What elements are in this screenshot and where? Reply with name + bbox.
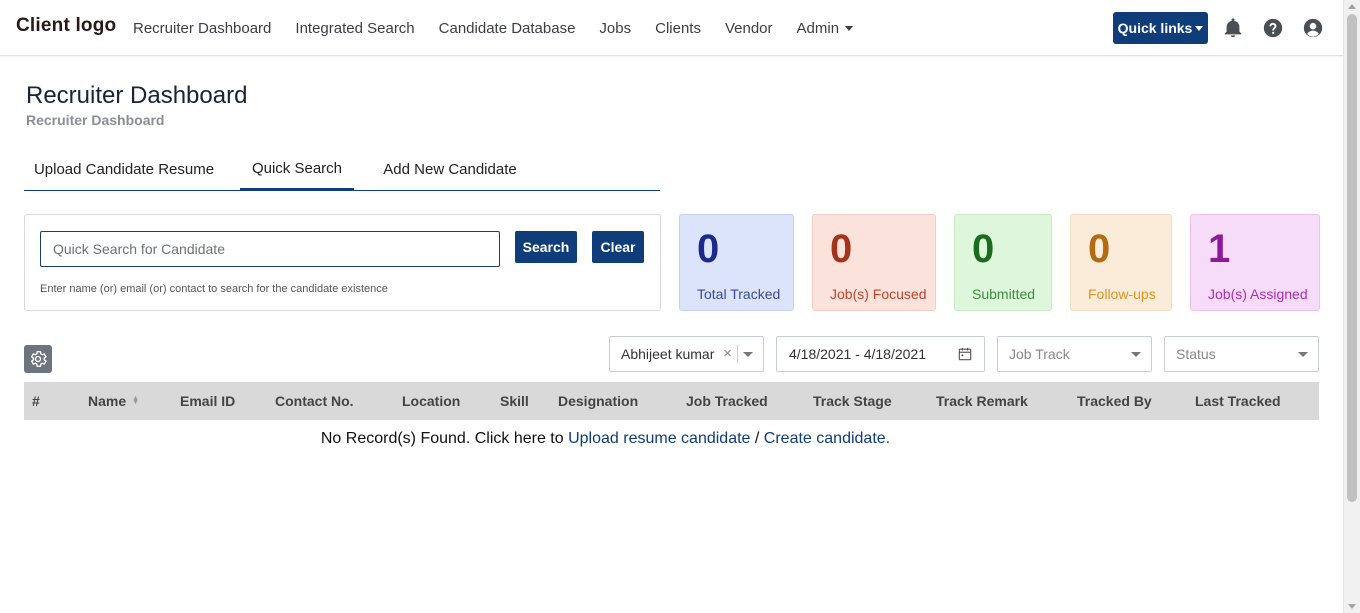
clear-selection-icon[interactable]: × xyxy=(723,345,732,362)
column-header-email: Email ID xyxy=(180,393,236,409)
nav-recruiter-dashboard[interactable]: Recruiter Dashboard xyxy=(133,20,271,37)
gear-icon xyxy=(30,351,47,367)
nav-candidate-database[interactable]: Candidate Database xyxy=(439,20,576,37)
breadcrumb: Recruiter Dashboard xyxy=(26,112,165,128)
tab-upload-candidate-resume[interactable]: Upload Candidate Resume xyxy=(24,148,224,191)
status-placeholder: Status xyxy=(1176,346,1216,362)
chevron-down-icon xyxy=(1298,352,1308,357)
recruiter-select-value: Abhijeet kumar xyxy=(621,346,715,362)
empty-message-text: No Record(s) Found. Click here to xyxy=(320,430,564,447)
column-header-name[interactable]: Name ▲ ▼ xyxy=(88,382,139,420)
quick-search-input[interactable] xyxy=(40,231,500,267)
chevron-down-icon xyxy=(845,26,854,32)
column-header-name-label: Name xyxy=(88,393,127,409)
nav-clients[interactable]: Clients xyxy=(655,20,701,37)
upload-resume-link[interactable]: Upload resume candidate xyxy=(568,430,750,447)
status-select[interactable]: Status xyxy=(1164,336,1319,372)
column-header-skill: Skill xyxy=(500,393,529,409)
stat-label: Total Tracked xyxy=(697,286,781,302)
stat-label: Submitted xyxy=(972,286,1036,302)
stat-submitted[interactable]: 0 Submitted xyxy=(954,214,1052,311)
nav-admin-label: Admin xyxy=(796,19,840,37)
date-range-picker[interactable]: 4/18/2021 - 4/18/2021 xyxy=(776,336,985,372)
top-navbar: Client logo Recruiter Dashboard Integrat… xyxy=(0,0,1343,56)
column-header-contact: Contact No. xyxy=(275,393,354,409)
select-divider xyxy=(737,345,738,363)
stat-value: 0 xyxy=(697,227,720,271)
scroll-down-icon[interactable] xyxy=(1348,604,1356,609)
client-logo[interactable]: Client logo xyxy=(16,15,116,37)
stat-follow-ups[interactable]: 0 Follow-ups xyxy=(1070,214,1172,311)
search-button[interactable]: Search xyxy=(515,231,577,263)
link-separator: / xyxy=(754,430,760,447)
column-header-index: # xyxy=(32,393,40,409)
user-avatar-icon[interactable] xyxy=(1302,17,1324,39)
tracked-candidates-table-header: # Name ▲ ▼ Email ID Contact No. Location S… xyxy=(24,382,1319,420)
create-candidate-link[interactable]: Create candidate. xyxy=(764,430,890,447)
job-track-select[interactable]: Job Track xyxy=(997,336,1152,372)
column-header-designation: Designation xyxy=(558,393,639,409)
stat-label: Follow-ups xyxy=(1088,286,1156,302)
stat-jobs-assigned[interactable]: 1 Job(s) Assigned xyxy=(1190,214,1320,311)
clear-button[interactable]: Clear xyxy=(592,231,644,263)
stat-jobs-focused[interactable]: 0 Job(s) Focused xyxy=(812,214,936,311)
stat-label: Job(s) Focused xyxy=(830,286,927,302)
column-header-track-remark: Track Remark xyxy=(936,393,1028,409)
vertical-scrollbar[interactable] xyxy=(1343,0,1360,613)
empty-table-message: No Record(s) Found. Click here to Upload… xyxy=(0,430,1211,448)
scroll-up-icon[interactable] xyxy=(1348,4,1356,9)
quick-links-label: Quick links xyxy=(1117,20,1193,36)
nav-vendor[interactable]: Vendor xyxy=(725,20,773,37)
column-header-tracked-by: Tracked By xyxy=(1077,393,1152,409)
search-hint: Enter name (or) email (or) contact to se… xyxy=(40,283,388,295)
date-range-value: 4/18/2021 - 4/18/2021 xyxy=(789,346,927,362)
job-track-placeholder: Job Track xyxy=(1009,346,1070,362)
recruiter-select[interactable]: Abhijeet kumar × xyxy=(609,336,764,372)
column-header-location: Location xyxy=(402,393,461,409)
column-header-last-tracked: Last Tracked xyxy=(1195,393,1281,409)
chevron-down-icon xyxy=(743,352,753,357)
bell-icon[interactable] xyxy=(1222,17,1244,39)
sort-icon: ▲ ▼ xyxy=(132,395,140,406)
stat-value: 0 xyxy=(1088,227,1111,271)
stat-value: 1 xyxy=(1208,227,1231,271)
scroll-thumb[interactable] xyxy=(1347,14,1357,502)
column-header-job-tracked: Job Tracked xyxy=(686,393,768,409)
stat-value: 0 xyxy=(830,227,853,271)
nav-integrated-search[interactable]: Integrated Search xyxy=(295,20,414,37)
chevron-down-icon xyxy=(1195,25,1204,31)
quick-search-card: Search Clear Enter name (or) email (or) … xyxy=(24,214,661,311)
nav-jobs[interactable]: Jobs xyxy=(599,20,631,37)
page-title: Recruiter Dashboard xyxy=(26,82,248,109)
dashboard-tabs: Upload Candidate Resume Quick Search Add… xyxy=(24,148,660,191)
stat-label: Job(s) Assigned xyxy=(1208,286,1308,302)
calendar-icon xyxy=(958,347,972,361)
stat-value: 0 xyxy=(972,227,995,271)
column-settings-button[interactable] xyxy=(24,345,52,373)
chevron-down-icon xyxy=(1131,352,1141,357)
quick-links-button[interactable]: Quick links xyxy=(1113,12,1208,44)
help-icon[interactable] xyxy=(1262,17,1284,39)
tab-add-new-candidate[interactable]: Add New Candidate xyxy=(370,148,530,191)
nav-admin-dropdown[interactable]: Admin xyxy=(797,20,854,37)
stat-total-tracked[interactable]: 0 Total Tracked xyxy=(679,214,794,311)
main-nav: Recruiter Dashboard Integrated Search Ca… xyxy=(133,0,877,56)
tab-quick-search[interactable]: Quick Search xyxy=(240,148,354,191)
column-header-track-stage: Track Stage xyxy=(813,393,892,409)
